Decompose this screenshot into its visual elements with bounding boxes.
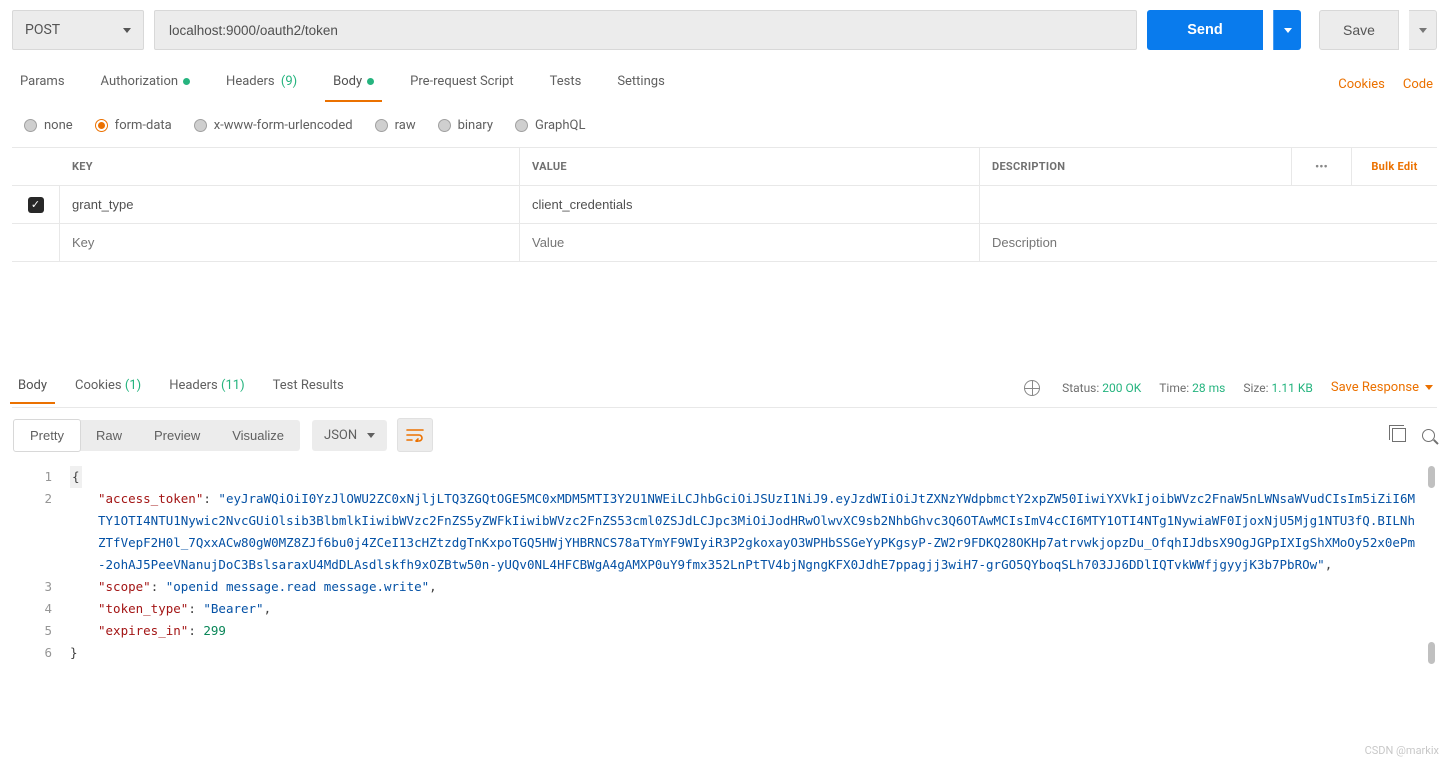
row-checkbox[interactable]: ✓ <box>28 197 44 213</box>
save-response-label: Save Response <box>1331 380 1419 395</box>
kv-header-desc: DESCRIPTION <box>980 148 1291 185</box>
json-string: "eyJraWQiOiI0YzJlOWU2ZC0xNjljLTQ3ZGQtOGE… <box>98 491 1415 572</box>
body-type-graphql[interactable]: GraphQL <box>515 118 585 133</box>
chevron-down-icon <box>1419 28 1427 33</box>
kv-header-key: KEY <box>60 148 520 185</box>
tab-settings[interactable]: Settings <box>617 68 664 101</box>
code-link[interactable]: Code <box>1403 77 1433 92</box>
kv-header-more[interactable]: ••• <box>1291 148 1351 185</box>
view-visualize[interactable]: Visualize <box>216 420 300 451</box>
kv-row: ✓ <box>12 186 1437 224</box>
kv-value-input[interactable] <box>532 235 967 250</box>
json-number: 299 <box>203 623 226 638</box>
json-string: "Bearer" <box>203 601 263 616</box>
json-key: "expires_in" <box>98 623 188 638</box>
kv-row-empty <box>12 224 1437 262</box>
body-type-xwww-label: x-www-form-urlencoded <box>214 118 353 133</box>
send-button[interactable]: Send <box>1147 10 1263 50</box>
chevron-down-icon <box>1284 28 1292 33</box>
tab-authorization-label: Authorization <box>101 74 179 89</box>
size-metric: Size: 1.11 KB <box>1243 381 1313 395</box>
resp-tab-cookies[interactable]: Cookies (1) <box>71 372 145 403</box>
body-type-binary[interactable]: binary <box>438 118 493 133</box>
json-string: "openid message.read message.write" <box>166 579 429 594</box>
resp-tab-test-results[interactable]: Test Results <box>269 372 348 403</box>
copy-icon[interactable] <box>1392 428 1406 442</box>
cookies-link[interactable]: Cookies <box>1338 77 1385 92</box>
kv-desc-input[interactable] <box>992 235 1279 250</box>
resp-cookies-count: (1) <box>125 378 141 393</box>
body-type-none[interactable]: none <box>24 118 73 133</box>
view-mode-segment: Pretty Raw Preview Visualize <box>14 420 300 451</box>
search-icon[interactable] <box>1422 429 1435 442</box>
tab-params[interactable]: Params <box>20 68 65 101</box>
body-type-formdata-label: form-data <box>115 118 172 133</box>
kv-key-input[interactable] <box>72 235 507 250</box>
body-type-binary-label: binary <box>458 118 493 133</box>
status-metric: Status: 200 OK <box>1062 381 1141 395</box>
kv-header-value: VALUE <box>520 148 980 185</box>
tab-prerequest[interactable]: Pre-request Script <box>410 68 513 101</box>
kv-key-input[interactable] <box>72 197 507 212</box>
http-method-value: POST <box>25 22 60 38</box>
status-dot-icon <box>183 78 190 85</box>
response-body-viewer[interactable]: 1{ 2"access_token": "eyJraWQiOiI0YzJlOWU… <box>12 462 1437 704</box>
view-preview[interactable]: Preview <box>138 420 216 451</box>
chevron-down-icon <box>123 28 131 33</box>
kv-desc-input[interactable] <box>992 197 1279 212</box>
request-url-input[interactable] <box>154 10 1137 50</box>
body-type-none-label: none <box>44 118 73 133</box>
status-dot-icon <box>367 78 374 85</box>
scrollbar-thumb[interactable] <box>1428 642 1435 664</box>
save-response-button[interactable]: Save Response <box>1331 380 1433 395</box>
tab-tests[interactable]: Tests <box>550 68 582 101</box>
kv-value-input[interactable] <box>532 197 967 212</box>
save-button[interactable]: Save <box>1319 10 1399 50</box>
tab-body[interactable]: Body <box>333 68 374 101</box>
resp-tab-headers-label: Headers <box>169 378 218 393</box>
kv-header-row: KEY VALUE DESCRIPTION ••• Bulk Edit <box>12 148 1437 186</box>
resp-headers-count: (11) <box>221 378 245 393</box>
format-value: JSON <box>324 428 357 443</box>
chevron-down-icon <box>367 433 375 438</box>
globe-icon[interactable] <box>1024 380 1040 396</box>
resp-tab-headers[interactable]: Headers (11) <box>165 372 248 403</box>
watermark: CSDN @markix <box>1365 744 1439 757</box>
view-pretty[interactable]: Pretty <box>13 419 81 452</box>
json-key: "access_token" <box>98 491 203 506</box>
format-select[interactable]: JSON <box>312 420 387 451</box>
headers-count-badge: (9) <box>281 74 297 89</box>
tab-headers-label: Headers <box>226 74 275 89</box>
body-type-xwww[interactable]: x-www-form-urlencoded <box>194 118 353 133</box>
time-metric: Time: 28 ms <box>1159 381 1225 395</box>
body-type-graphql-label: GraphQL <box>535 118 585 133</box>
resp-tab-cookies-label: Cookies <box>75 378 122 393</box>
resp-tab-body[interactable]: Body <box>14 372 51 403</box>
chevron-down-icon <box>1425 385 1433 390</box>
body-type-formdata[interactable]: form-data <box>95 118 172 133</box>
tab-headers[interactable]: Headers (9) <box>226 68 297 101</box>
http-method-select[interactable]: POST <box>12 10 144 50</box>
send-dropdown[interactable] <box>1273 10 1301 50</box>
json-key: "token_type" <box>98 601 188 616</box>
wrap-lines-button[interactable] <box>397 418 433 452</box>
body-type-raw[interactable]: raw <box>375 118 416 133</box>
tab-authorization[interactable]: Authorization <box>101 68 191 101</box>
save-dropdown[interactable] <box>1409 10 1437 50</box>
view-raw[interactable]: Raw <box>80 420 138 451</box>
tab-body-label: Body <box>333 74 362 89</box>
bulk-edit-link[interactable]: Bulk Edit <box>1351 148 1437 185</box>
json-key: "scope" <box>98 579 151 594</box>
body-type-raw-label: raw <box>395 118 416 133</box>
